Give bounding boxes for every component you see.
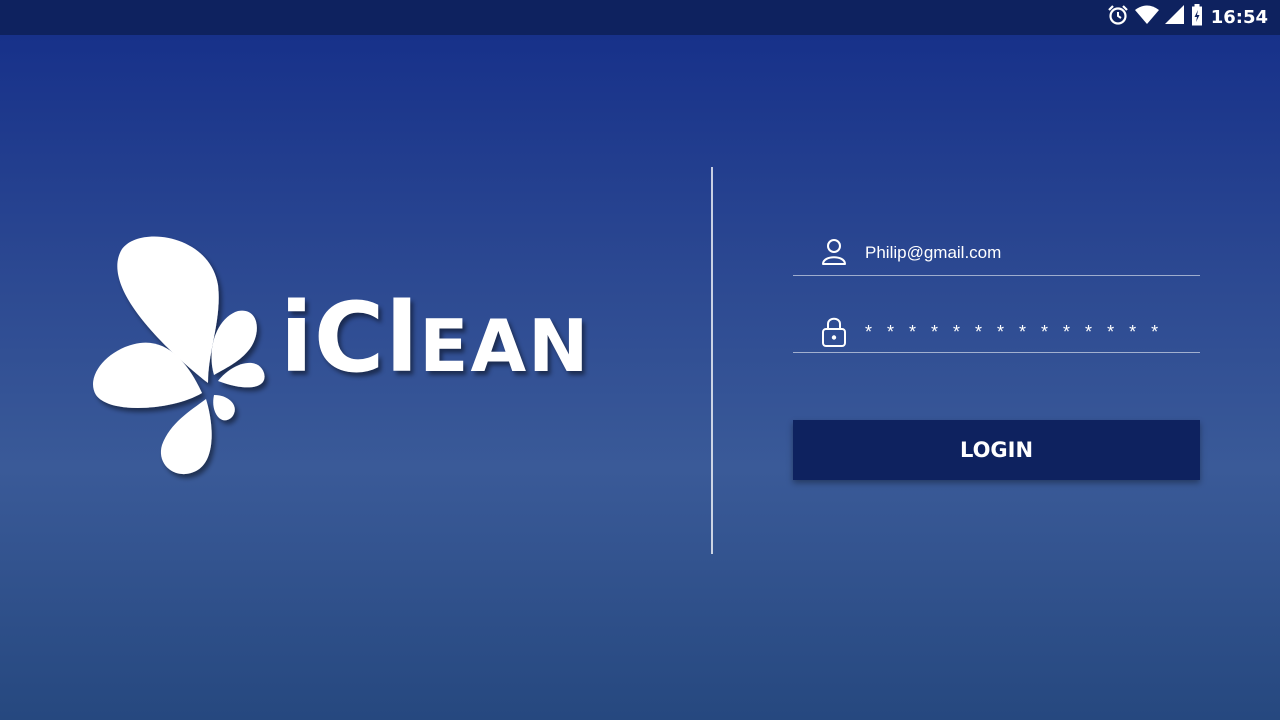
- status-time: 16:54: [1210, 7, 1268, 28]
- status-bar: 16:54: [0, 0, 1280, 35]
- status-icons: 16:54: [1107, 0, 1268, 35]
- flower-logo-icon: [93, 236, 265, 475]
- password-field[interactable]: * * * * * * * * * * * * * *: [793, 306, 1200, 353]
- logo-wordmark-prefix: iCl: [280, 282, 420, 394]
- cellular-signal-icon: [1164, 5, 1185, 30]
- logo-wordmark: iClEAN: [280, 290, 590, 386]
- user-icon: [819, 237, 849, 267]
- alarm-icon: [1107, 4, 1129, 31]
- login-button[interactable]: LOGIN: [793, 420, 1200, 480]
- email-field[interactable]: Philip@gmail.com: [793, 229, 1200, 276]
- app-logo: iClEAN: [90, 235, 588, 485]
- password-value: * * * * * * * * * * * * * *: [865, 322, 1164, 342]
- wifi-icon: [1134, 5, 1159, 30]
- email-value: Philip@gmail.com: [865, 243, 1002, 262]
- battery-icon: [1191, 4, 1203, 31]
- lock-icon: [819, 314, 849, 347]
- vertical-divider: [711, 167, 713, 554]
- logo-wordmark-suffix: EAN: [419, 304, 591, 388]
